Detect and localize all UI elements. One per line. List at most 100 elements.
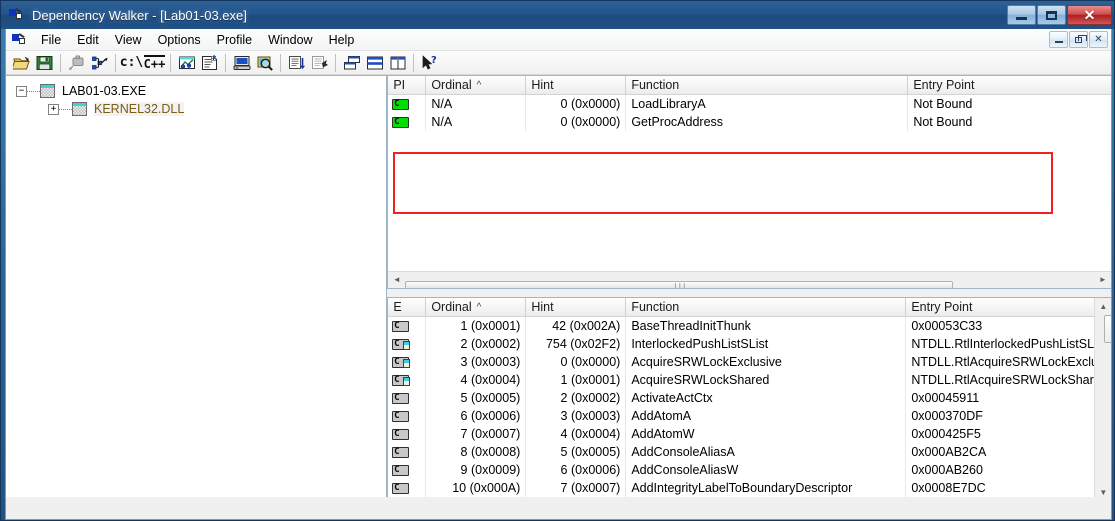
cell-entry-point: 0x000370DF <box>911 409 983 423</box>
cell-entry-point: 0x000AB260 <box>911 463 983 477</box>
scroll-right-icon[interactable]: ► <box>1094 272 1111 289</box>
cell-entry-point: Not Bound <box>913 97 973 111</box>
export-status-cell: C <box>388 335 427 353</box>
table-row[interactable]: C 4 (0x0004) 1 (0x0001) AcquireSRWLockShare… <box>388 371 1111 389</box>
cell-hint: 754 (0x02F2) <box>526 335 627 353</box>
column-header-entry-point[interactable]: Entry Point <box>906 298 1094 316</box>
vertical-panes-icon[interactable] <box>386 52 409 74</box>
column-header-entry-point[interactable]: Entry Point <box>908 76 1111 94</box>
cell-hint: 6 (0x0006) <box>526 461 627 479</box>
horizontal-panes-icon[interactable] <box>363 52 386 74</box>
export-vscrollbar[interactable]: ▲ ▼ <box>1094 298 1111 501</box>
scroll-left-icon[interactable]: ◄ <box>388 272 405 289</box>
mdi-minimize-button[interactable] <box>1049 31 1068 48</box>
collapse-expander-icon[interactable]: − <box>16 85 27 97</box>
cell-function: AddConsoleAliasA <box>626 443 907 461</box>
column-header-ordinal[interactable]: Ordinal ^ <box>426 298 527 316</box>
mdi-document-icon[interactable] <box>12 32 28 47</box>
tree-pane-footer <box>6 497 388 519</box>
table-row[interactable]: C N/A 0 (0x0000) LoadLibraryA Not Bound <box>388 95 1111 113</box>
cell-entry-point: 0x00053C33 <box>911 319 983 333</box>
parent-imports-panel[interactable]: PI Ordinal ^ Hint Function Entry Point C… <box>387 75 1111 289</box>
toolbar-separator <box>170 53 171 72</box>
column-header-ordinal[interactable]: Ordinal ^ <box>426 76 527 94</box>
mdi-close-button[interactable]: ✕ <box>1089 31 1108 48</box>
search-icon[interactable] <box>253 52 276 74</box>
cell-function: InterlockedPushListSList <box>626 335 907 353</box>
table-row[interactable]: C 7 (0x0007) 4 (0x0004) AddAtomW 0x000425F5 <box>388 425 1111 443</box>
column-header-hint[interactable]: Hint <box>526 298 627 316</box>
save-icon[interactable] <box>33 52 56 74</box>
column-header-e[interactable]: E <box>388 298 427 316</box>
menu-item-view[interactable]: View <box>107 31 150 49</box>
auto-expand-icon[interactable] <box>340 52 363 74</box>
menu-item-window[interactable]: Window <box>260 31 320 49</box>
cell-function: LoadLibraryA <box>626 95 909 113</box>
cell-entry-point: 0x000AB2CA <box>911 445 987 459</box>
parent-exports-panel[interactable]: E Ordinal ^ Hint Function Entry Point C … <box>387 297 1111 518</box>
cell-hint: 4 (0x0004) <box>526 425 627 443</box>
expand-expander-icon[interactable]: + <box>48 103 59 115</box>
configure-module-icon[interactable] <box>198 52 221 74</box>
tree-node-kernel32[interactable]: + KERNEL32.DLL <box>6 100 386 118</box>
column-header-function[interactable]: Function <box>626 76 909 94</box>
mdi-restore-icon <box>1075 34 1087 43</box>
column-header-pi[interactable]: PI <box>388 76 427 94</box>
window-close-button[interactable]: ✕ <box>1067 5 1112 25</box>
module-tree-pane[interactable]: − LAB01-03.EXE + KERNEL32.DLL <box>6 75 388 518</box>
menu-item-profile[interactable]: Profile <box>209 31 260 49</box>
collapse-all-icon <box>308 52 331 74</box>
export-status-cell: C <box>388 371 427 389</box>
table-row[interactable]: C 8 (0x0008) 5 (0x0005) AddConsoleAliasA 0x0… <box>388 443 1111 461</box>
menu-item-options[interactable]: Options <box>150 31 209 49</box>
title-bar: Dependency Walker - [Lab01-03.exe] ✕ <box>1 1 1114 29</box>
table-row[interactable]: C 9 (0x0009) 6 (0x0006) AddConsoleAliasW 0x0… <box>388 461 1111 479</box>
window-minimize-button[interactable] <box>1007 5 1036 25</box>
import-hscroll-thumb[interactable]: ||| <box>405 281 954 288</box>
status-strip <box>6 497 1111 519</box>
function-export-forward-icon: C <box>392 356 411 368</box>
table-row[interactable]: C 2 (0x0002) 754 (0x02F2) InterlockedPushLi… <box>388 335 1111 353</box>
cell-hint: 7 (0x0007) <box>526 479 627 497</box>
undecorate-cpp-icon[interactable]: C++ <box>143 52 166 74</box>
scroll-up-icon[interactable]: ▲ <box>1095 298 1111 315</box>
table-row[interactable]: C N/A 0 (0x0000) GetProcAddress Not Boun… <box>388 113 1111 131</box>
toolbar-separator <box>413 53 414 72</box>
mdi-restore-button[interactable] <box>1069 31 1088 48</box>
profile-module-icon[interactable] <box>175 52 198 74</box>
column-header-function[interactable]: Function <box>626 298 907 316</box>
expand-all-icon[interactable] <box>285 52 308 74</box>
function-export-icon: C <box>392 320 410 332</box>
menu-item-help[interactable]: Help <box>321 31 363 49</box>
menu-item-edit[interactable]: Edit <box>69 31 107 49</box>
tree-node-lab01-03[interactable]: − LAB01-03.EXE <box>6 82 386 100</box>
window-title: Dependency Walker - [Lab01-03.exe] <box>32 7 247 23</box>
system-info-icon[interactable] <box>230 52 253 74</box>
table-row[interactable]: C 10 (0x000A) 7 (0x0007) AddIntegrityLabelT… <box>388 479 1111 497</box>
table-row[interactable]: C 1 (0x0001) 42 (0x002A) BaseThreadInitThun… <box>388 317 1111 335</box>
panes-container: − LAB01-03.EXE + KERNEL32.DLL PI Ordinal… <box>6 75 1111 518</box>
export-status-cell: C <box>388 317 427 335</box>
view-module-icon <box>65 52 88 74</box>
right-pane: PI Ordinal ^ Hint Function Entry Point C… <box>387 75 1111 518</box>
import-status-cell: C <box>388 113 427 131</box>
open-file-icon[interactable] <box>10 52 33 74</box>
help-pointer-icon[interactable]: ? <box>418 52 441 74</box>
table-row[interactable]: C 6 (0x0006) 3 (0x0003) AddAtomA 0x000370DF <box>388 407 1111 425</box>
cell-entry-point: NTDLL.RtlInterlockedPushListSLis <box>911 337 1097 351</box>
column-header-hint[interactable]: Hint <box>526 76 627 94</box>
cell-function: AddAtomW <box>626 425 907 443</box>
export-vscroll-thumb[interactable] <box>1104 315 1111 343</box>
menu-item-file[interactable]: File <box>33 31 69 49</box>
toolbar-separator <box>225 53 226 72</box>
import-hscrollbar[interactable]: ◄ ||| ► <box>388 271 1111 288</box>
window-maximize-button[interactable] <box>1037 5 1066 25</box>
cell-function: GetProcAddress <box>626 113 909 131</box>
client-area: File Edit View Options Profile Window He… <box>5 29 1112 520</box>
cell-hint: 42 (0x002A) <box>526 317 627 335</box>
table-row[interactable]: C 5 (0x0005) 2 (0x0002) ActivateActCtx 0x000… <box>388 389 1111 407</box>
table-row[interactable]: C 3 (0x0003) 0 (0x0000) AcquireSRWLockExclu… <box>388 353 1111 371</box>
cell-entry-point: Not Bound <box>913 115 973 129</box>
view-tree-icon[interactable] <box>88 52 111 74</box>
full-paths-icon[interactable]: c:\ <box>120 52 143 74</box>
